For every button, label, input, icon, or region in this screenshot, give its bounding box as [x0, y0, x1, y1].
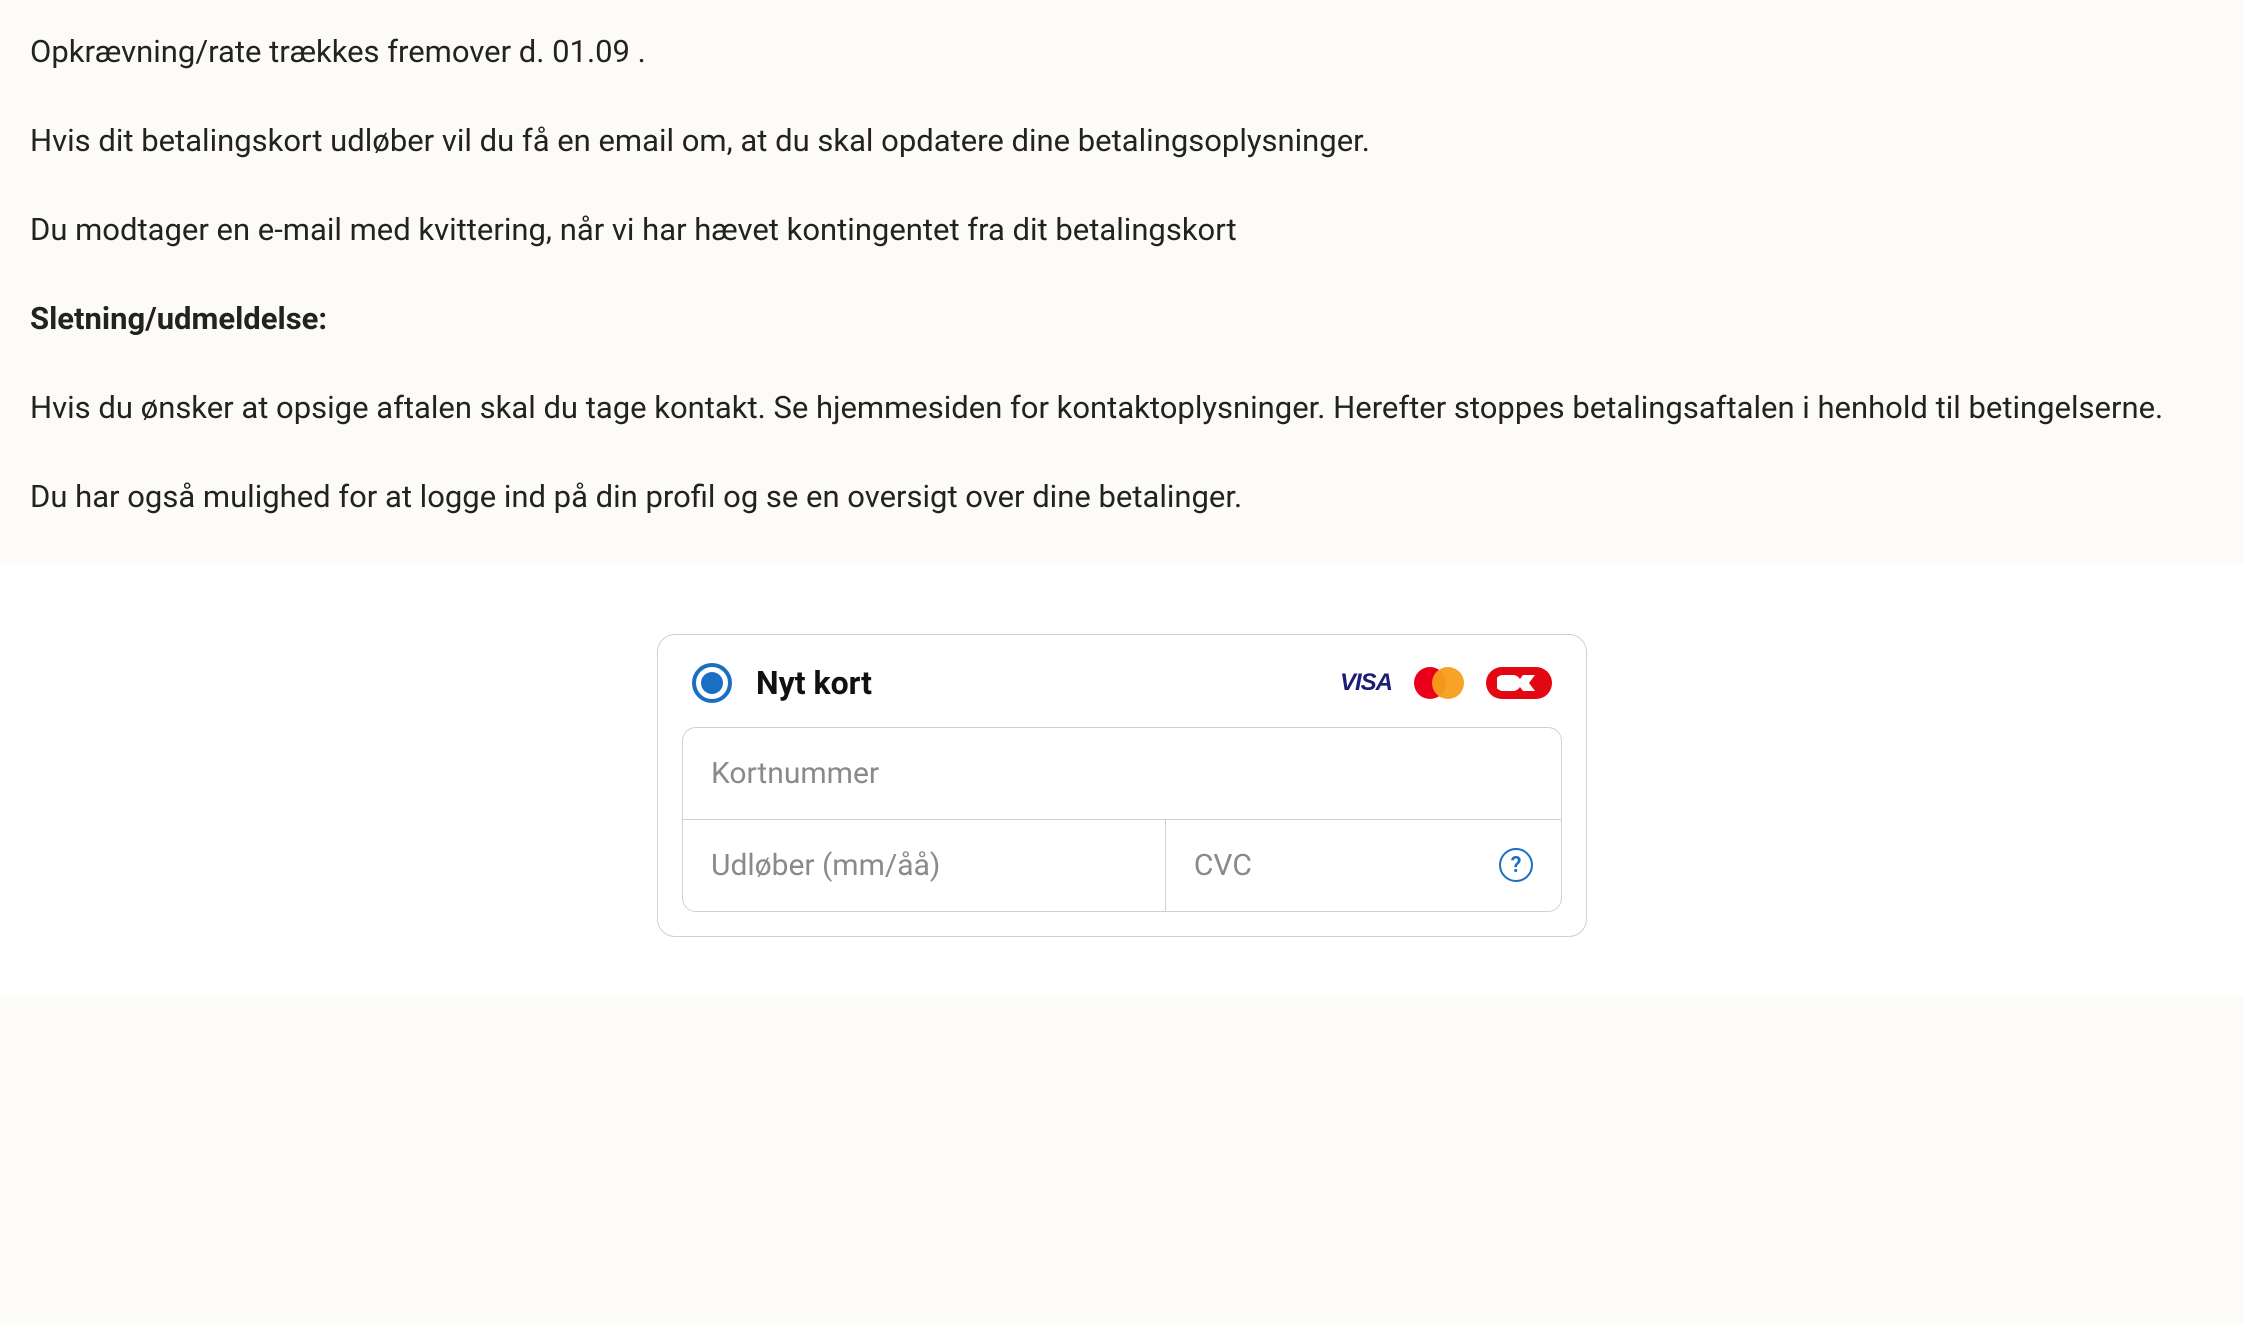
expiry-notice: Hvis dit betalingskort udløber vil du få… [30, 119, 2214, 164]
info-text-block: Opkrævning/rate trækkes fremover d. 01.0… [0, 0, 2244, 520]
new-card-label: Nyt kort [756, 664, 1316, 702]
cancel-body: Hvis du ønsker at opsige aftalen skal du… [30, 386, 2214, 431]
card-panel: Nyt kort VISA [657, 634, 1587, 937]
cancel-heading: Sletning/udmeldelse: [30, 297, 2214, 342]
expiry-input[interactable] [711, 848, 1137, 883]
card-number-field[interactable] [683, 728, 1561, 819]
new-card-radio[interactable] [692, 663, 732, 703]
mastercard-icon [1414, 667, 1464, 699]
card-brand-row: VISA [1340, 667, 1552, 699]
visa-icon: VISA [1340, 669, 1392, 697]
charge-line: Opkrævning/rate trækkes fremover d. 01.0… [30, 30, 2214, 75]
card-header-row[interactable]: Nyt kort VISA [658, 635, 1586, 727]
cvc-help-icon[interactable]: ? [1499, 848, 1533, 882]
cvc-input[interactable] [1194, 848, 1489, 883]
dankort-icon [1486, 667, 1552, 699]
cvc-field[interactable]: ? [1166, 820, 1561, 911]
card-fields: ? [682, 727, 1562, 912]
receipt-notice: Du modtager en e-mail med kvittering, nå… [30, 208, 2214, 253]
login-notice: Du har også mulighed for at logge ind på… [30, 475, 2214, 520]
expiry-field[interactable] [683, 820, 1166, 911]
radio-dot-icon [701, 672, 723, 694]
card-number-input[interactable] [711, 756, 1533, 791]
card-form-area: Nyt kort VISA [0, 564, 2244, 997]
